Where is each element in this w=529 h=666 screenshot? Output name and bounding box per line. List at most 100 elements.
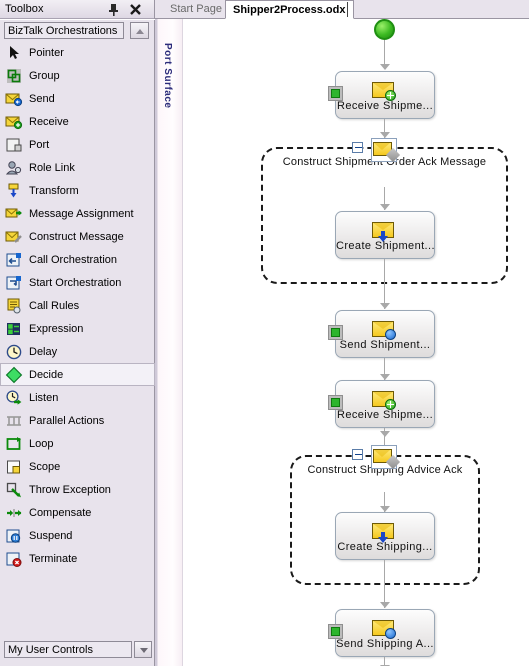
toolbox-item-label: Expression bbox=[29, 323, 84, 336]
toolbox-item-delay[interactable]: Delay bbox=[0, 340, 155, 363]
message-assignment-icon bbox=[372, 521, 398, 543]
orchestration-canvas[interactable]: Receive Shipme... Construct Shipment Ord… bbox=[184, 19, 529, 666]
toolbox-item-label: Call Rules bbox=[29, 300, 80, 313]
tab-shipper2process-odx[interactable]: Shipper2Process.odx bbox=[225, 0, 354, 19]
shape-caption: Send Shipment... bbox=[339, 339, 431, 351]
editor-area: Start Page Shipper2Process.odx Port Surf… bbox=[155, 0, 529, 666]
toolbox-item-decide[interactable]: Decide bbox=[0, 363, 155, 386]
toolbox-item-scope[interactable]: Scope bbox=[0, 455, 155, 478]
call-rules-icon bbox=[5, 297, 23, 315]
shape-create-shipping-advice-message[interactable]: Create Shipping... bbox=[335, 512, 435, 560]
toolbox-item-label: Decide bbox=[29, 369, 64, 382]
port-connector[interactable] bbox=[328, 325, 343, 340]
document-tabstrip: Start Page Shipper2Process.odx bbox=[155, 0, 529, 19]
collapse-minus-icon[interactable] bbox=[352, 449, 363, 460]
scope-icon bbox=[5, 458, 23, 476]
triangle-down-icon bbox=[140, 648, 148, 653]
toolbox-item-compensate[interactable]: Compensate bbox=[0, 501, 155, 524]
toolbox-item-list[interactable]: Pointer Group Send Receive Port Role Link Tran… bbox=[0, 41, 155, 629]
port-icon bbox=[5, 136, 23, 154]
start-circle[interactable] bbox=[374, 19, 395, 40]
receive-icon bbox=[5, 113, 23, 131]
connector-arrow bbox=[380, 303, 390, 309]
shape-create-shipment-message[interactable]: Create Shipment... bbox=[335, 211, 435, 259]
toolbox-item-role-link[interactable]: Role Link bbox=[0, 156, 155, 179]
toolbox-item-pointer[interactable]: Pointer bbox=[0, 41, 155, 64]
shape-send-shipment[interactable]: Send Shipment... bbox=[335, 310, 435, 358]
construct-message-icon bbox=[5, 228, 23, 246]
triangle-up-icon bbox=[136, 29, 144, 34]
message-assignment-icon bbox=[5, 205, 23, 223]
toolbox-category-combo[interactable]: BizTalk Orchestrations bbox=[4, 22, 124, 39]
toolbox-titlebar: Toolbox bbox=[0, 0, 154, 19]
receive-envelope-icon bbox=[372, 389, 398, 410]
toolbox-item-receive[interactable]: Receive bbox=[0, 110, 155, 133]
tab-start-page[interactable]: Start Page bbox=[163, 0, 229, 19]
toolbox-item-call-orchestration[interactable]: Call Orchestration bbox=[0, 248, 155, 271]
suspend-icon bbox=[5, 527, 23, 545]
connector-arrow bbox=[380, 204, 390, 210]
port-connector[interactable] bbox=[328, 86, 343, 101]
toolbox-title: Toolbox bbox=[5, 3, 44, 15]
toolbox-item-send[interactable]: Send bbox=[0, 87, 155, 110]
shape-send-shipping-advice[interactable]: Send Shipping A... bbox=[335, 609, 435, 657]
throw-exception-icon bbox=[5, 481, 23, 499]
toolbox-item-label: Group bbox=[29, 70, 60, 83]
call-orchestration-icon bbox=[5, 251, 23, 269]
collapse-minus-icon[interactable] bbox=[352, 142, 363, 153]
toolbox-category-label: BizTalk Orchestrations bbox=[8, 25, 118, 37]
toolbox-category-row: BizTalk Orchestrations bbox=[0, 21, 155, 41]
toolbox-item-loop[interactable]: Loop bbox=[0, 432, 155, 455]
receive-envelope-icon bbox=[372, 80, 398, 101]
shape-caption: Send Shipping A... bbox=[336, 638, 434, 650]
toolbox-item-transform[interactable]: Transform bbox=[0, 179, 155, 202]
decide-diamond-icon bbox=[5, 366, 23, 384]
toolbox-bottom-bar: My User Controls bbox=[0, 632, 155, 666]
toolbox-item-label: Message Assignment bbox=[29, 208, 134, 221]
shape-caption: Receive Shipme... bbox=[336, 409, 434, 421]
parallel-actions-icon bbox=[5, 412, 23, 430]
role-link-icon bbox=[5, 159, 23, 177]
toolbox-item-label: Transform bbox=[29, 185, 79, 198]
toolbox-panel: Toolbox BizTalk Orchestrations Pointer G… bbox=[0, 0, 155, 666]
toolbox-item-construct-message[interactable]: Construct Message bbox=[0, 225, 155, 248]
connector bbox=[384, 560, 385, 608]
toolbox-item-terminate[interactable]: Terminate bbox=[0, 547, 155, 570]
connector-arrow bbox=[380, 431, 390, 437]
construct-message-icon[interactable] bbox=[371, 445, 401, 470]
toolbox-item-suspend[interactable]: Suspend bbox=[0, 524, 155, 547]
toolbox-item-port[interactable]: Port bbox=[0, 133, 155, 156]
toolbox-item-expression[interactable]: Expression bbox=[0, 317, 155, 340]
listen-icon bbox=[5, 389, 23, 407]
loop-icon bbox=[5, 435, 23, 453]
toolbox-item-listen[interactable]: Listen bbox=[0, 386, 155, 409]
toolbox-item-group[interactable]: Group bbox=[0, 64, 155, 87]
toolbox-item-start-orchestration[interactable]: Start Orchestration bbox=[0, 271, 155, 294]
toolbox-item-label: Listen bbox=[29, 392, 59, 405]
toolbox-item-message-assignment[interactable]: Message Assignment bbox=[0, 202, 155, 225]
toolbox-item-label: Terminate bbox=[29, 553, 78, 566]
shape-receive-shipment-2[interactable]: Receive Shipme... bbox=[335, 380, 435, 428]
shape-caption: Create Shipping... bbox=[337, 541, 433, 553]
toolbox-bottom-dropdown-button[interactable] bbox=[134, 641, 152, 658]
toolbox-item-label: Port bbox=[29, 139, 50, 152]
port-connector[interactable] bbox=[328, 395, 343, 410]
toolbox-item-label: Start Orchestration bbox=[29, 277, 122, 290]
close-icon[interactable] bbox=[128, 2, 143, 17]
port-surface-strip[interactable]: Port Surface bbox=[155, 19, 183, 666]
shape-receive-shipment[interactable]: Receive Shipme... bbox=[335, 71, 435, 119]
port-connector[interactable] bbox=[328, 624, 343, 639]
toolbox-scroll-up-button[interactable] bbox=[130, 22, 149, 39]
construct-message-icon[interactable] bbox=[371, 138, 401, 163]
toolbox-item-parallel-actions[interactable]: Parallel Actions bbox=[0, 409, 155, 432]
transform-icon bbox=[5, 182, 23, 200]
pointer-icon bbox=[5, 44, 23, 62]
pin-icon[interactable] bbox=[106, 2, 121, 17]
toolbox-item-label: Pointer bbox=[29, 47, 64, 60]
my-user-controls-combo[interactable]: My User Controls bbox=[4, 641, 132, 658]
terminate-icon bbox=[5, 550, 23, 568]
toolbox-item-call-rules[interactable]: Call Rules bbox=[0, 294, 155, 317]
start-orchestration-icon bbox=[5, 274, 23, 292]
toolbox-item-throw-exception[interactable]: Throw Exception bbox=[0, 478, 155, 501]
toolbox-item-label: Delay bbox=[29, 346, 58, 359]
